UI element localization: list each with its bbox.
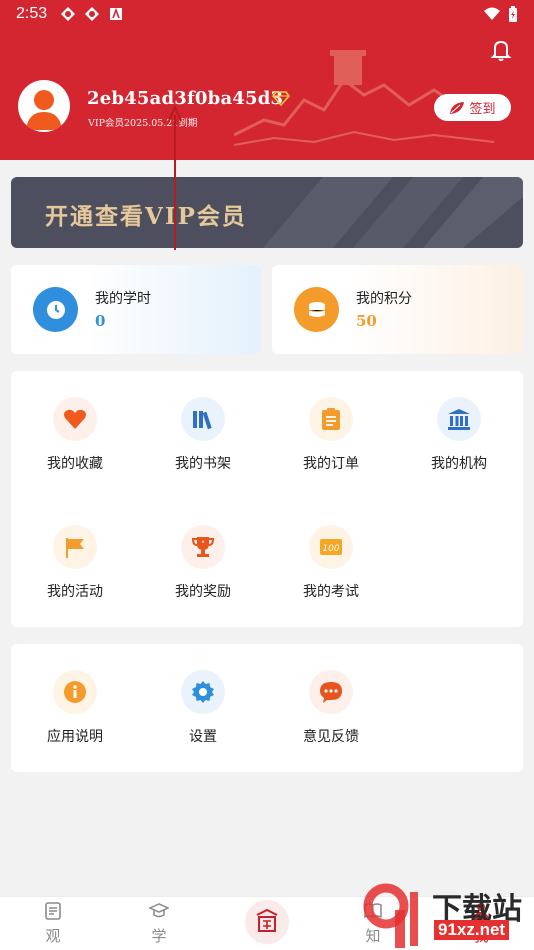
menu-item-settings[interactable]: 设置 [139, 644, 267, 745]
vip-banner-text: 开通查看VIP会员 [45, 203, 247, 230]
gear-icon [181, 670, 225, 714]
nav-home-button[interactable] [245, 900, 289, 944]
trophy-icon [181, 525, 225, 569]
menu-item-label: 我的订单 [303, 456, 359, 472]
menu-item-label: 设置 [189, 729, 217, 745]
points-card[interactable]: 我的积分 50 [272, 265, 523, 354]
settings-menu-panel: 应用说明 设置 意见反馈 [11, 644, 523, 772]
bookshelf-icon [181, 397, 225, 441]
nav-tab-label: 学 [151, 927, 167, 945]
site-watermark: 下载站 91xz.net [360, 880, 534, 950]
chat-bubble-icon [309, 670, 353, 714]
menu-item-label: 我的活动 [47, 584, 103, 600]
svg-text:100: 100 [322, 544, 339, 554]
app-notification-icon [61, 7, 75, 21]
menu-item-label: 我的考试 [303, 584, 359, 600]
graduation-cap-icon [149, 903, 169, 918]
institution-icon [437, 397, 481, 441]
leaf-icon [450, 101, 465, 114]
app-notification-icon [85, 7, 99, 21]
menu-item-label: 我的书架 [175, 456, 231, 472]
annotation-arrow [168, 105, 182, 250]
exam-score-icon: 100 [309, 525, 353, 569]
watermark-logo-icon [363, 883, 418, 948]
banner-decoration [263, 177, 523, 248]
vip-diamond-icon [272, 91, 290, 106]
menu-item-label: 我的奖励 [175, 584, 231, 600]
nav-tab-watch[interactable]: 观 [0, 897, 106, 950]
avatar-icon [26, 90, 62, 130]
my-menu-panel: 我的收藏 我的书架 我的订单 我的机构 我的活动 我的奖励 100 我的考试 [11, 371, 523, 627]
menu-item-app-info[interactable]: 应用说明 [11, 644, 139, 745]
menu-item-label: 我的收藏 [47, 456, 103, 472]
username: 2eb45ad3f0ba45d3 [87, 88, 284, 109]
status-time: 2:53 [16, 5, 48, 22]
points-label: 我的积分 [356, 291, 412, 307]
battery-icon [509, 6, 517, 22]
menu-item-rewards[interactable]: 我的奖励 [139, 499, 267, 600]
watermark-url: 91xz.net [434, 920, 510, 940]
avatar[interactable] [18, 80, 70, 132]
app-a-icon [110, 7, 122, 20]
notification-bell-icon[interactable] [489, 38, 513, 62]
checkin-button[interactable]: 签到 [434, 94, 511, 121]
heart-icon [53, 397, 97, 441]
nav-tab-learn[interactable]: 学 [106, 897, 212, 950]
status-bar: 2:53 [0, 0, 534, 28]
menu-item-activities[interactable]: 我的活动 [11, 499, 139, 600]
clock-icon [33, 287, 78, 332]
coins-icon [294, 287, 339, 332]
vip-banner[interactable]: 开通查看VIP会员 [11, 177, 523, 248]
flag-icon [53, 525, 97, 569]
study-hours-label: 我的学时 [95, 291, 151, 307]
seal-logo-icon [256, 908, 278, 932]
study-hours-card[interactable]: 我的学时 0 [11, 265, 261, 354]
study-hours-value: 0 [95, 312, 106, 330]
profile-header: 2:53 2eb45ad3f0ba45d3 VIP会员2025.05.21到期 … [0, 0, 534, 160]
menu-item-institution[interactable]: 我的机构 [395, 371, 523, 472]
wifi-icon [484, 7, 500, 20]
clipboard-icon [309, 397, 353, 441]
menu-item-label: 应用说明 [47, 729, 103, 745]
menu-item-feedback[interactable]: 意见反馈 [267, 644, 395, 745]
document-icon [45, 902, 61, 920]
menu-item-label: 意见反馈 [303, 729, 359, 745]
menu-item-favorites[interactable]: 我的收藏 [11, 371, 139, 472]
nav-tab-label: 观 [45, 927, 61, 945]
info-icon [53, 670, 97, 714]
menu-item-exams[interactable]: 100 我的考试 [267, 499, 395, 600]
checkin-label: 签到 [469, 102, 496, 117]
menu-item-label: 我的机构 [431, 456, 487, 472]
menu-item-bookshelf[interactable]: 我的书架 [139, 371, 267, 472]
points-value: 50 [356, 312, 377, 330]
menu-item-orders[interactable]: 我的订单 [267, 371, 395, 472]
